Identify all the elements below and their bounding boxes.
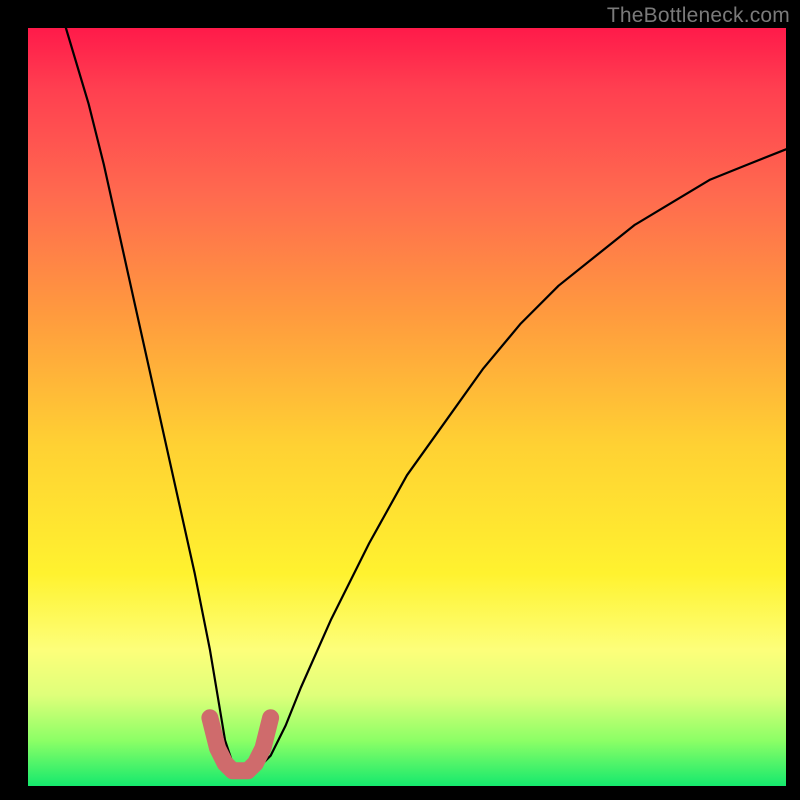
watermark-text: TheBottleneck.com: [607, 4, 790, 28]
curve-svg: [28, 28, 786, 786]
optimal-zone-path: [210, 718, 271, 771]
chart-stage: TheBottleneck.com: [0, 0, 800, 800]
plot-area: [28, 28, 786, 786]
bottleneck-curve-path: [66, 28, 786, 771]
